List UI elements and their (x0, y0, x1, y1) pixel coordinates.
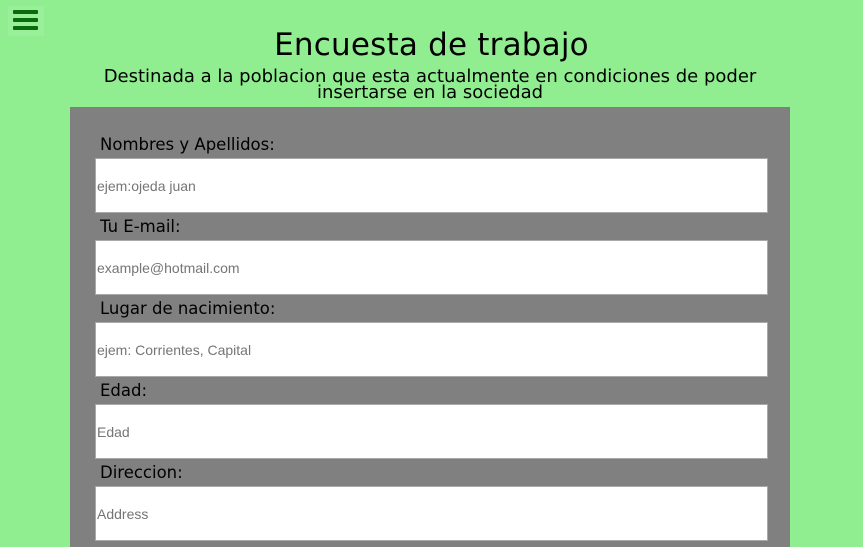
name-input[interactable] (95, 158, 768, 213)
email-input[interactable] (95, 240, 768, 295)
age-label: Edad: (100, 381, 148, 400)
survey-form: Nombres y Apellidos: Tu E-mail: Lugar de… (70, 107, 790, 547)
age-input[interactable] (95, 404, 768, 459)
email-label: Tu E-mail: (100, 217, 181, 236)
address-label: Direccion: (100, 463, 183, 482)
hamburger-menu-icon (13, 10, 38, 14)
birthplace-label: Lugar de nacimiento: (100, 299, 276, 318)
name-label: Nombres y Apellidos: (100, 135, 275, 154)
address-input[interactable] (95, 486, 768, 541)
hamburger-menu-icon-middle-bar (13, 18, 38, 22)
birthplace-input[interactable] (95, 322, 768, 377)
page-title: Encuesta de trabajo (274, 27, 589, 63)
page-subtitle: Destinada a la poblacion que esta actual… (103, 66, 757, 103)
